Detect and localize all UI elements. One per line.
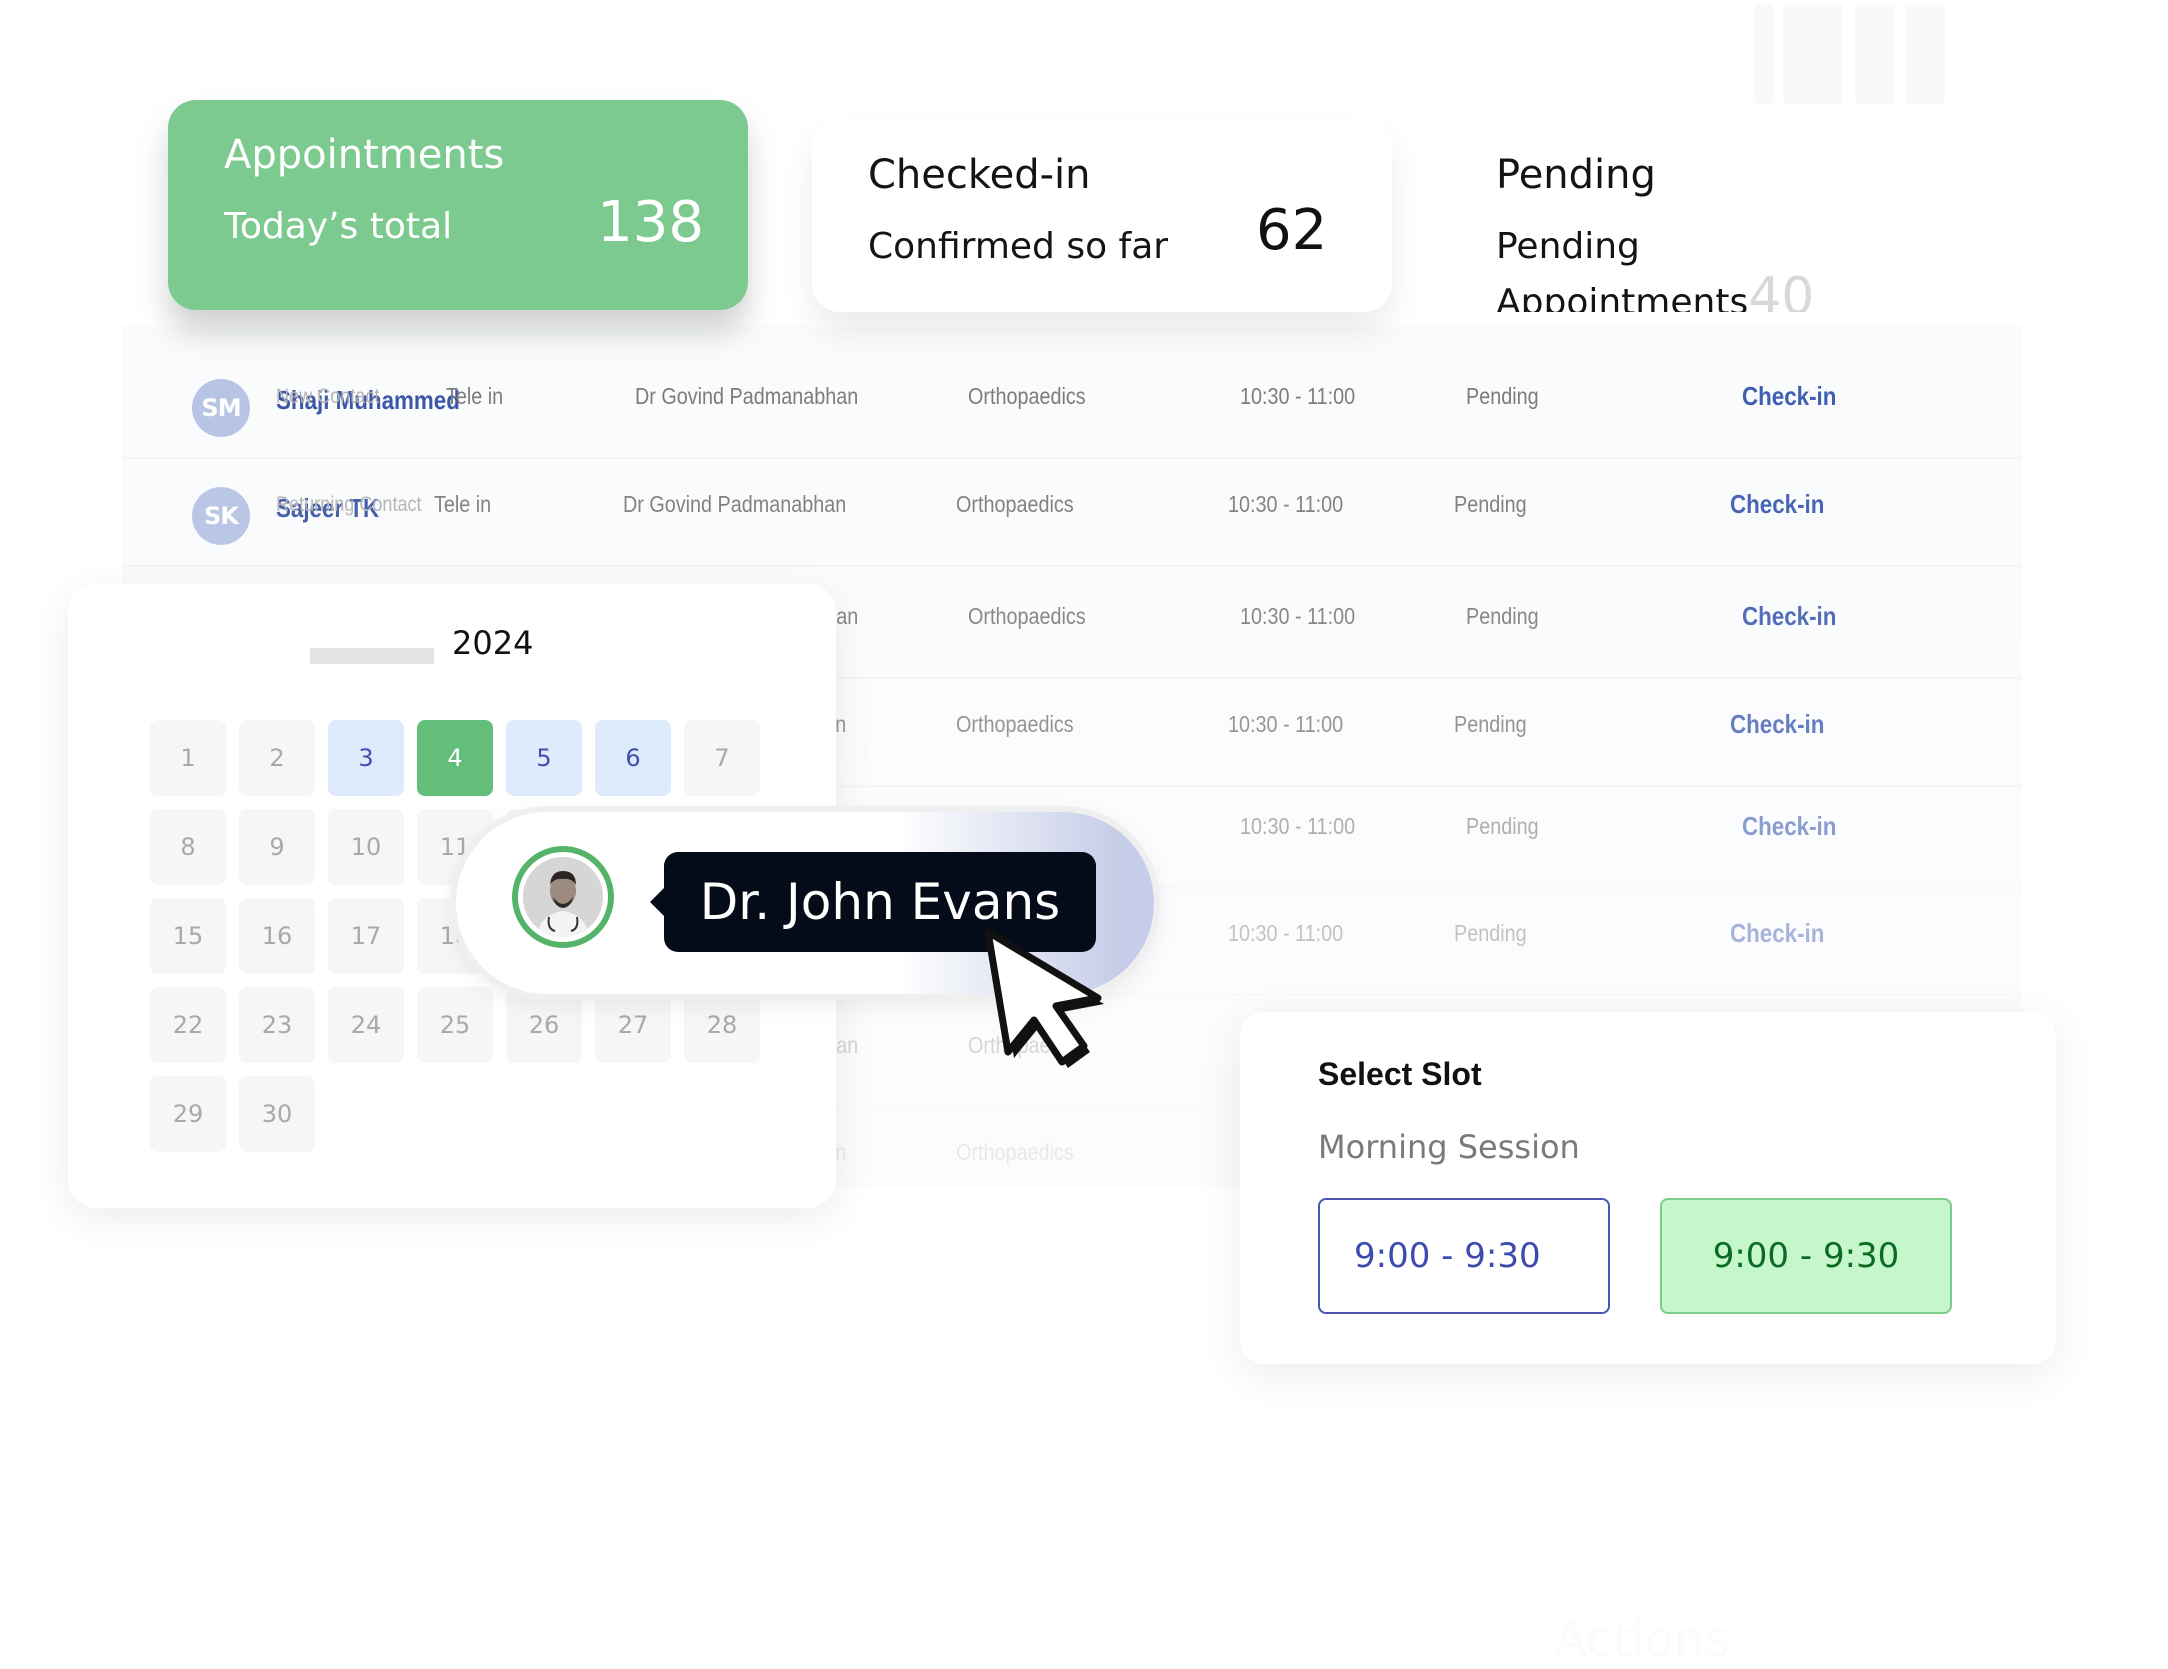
session-label: Morning Session bbox=[1318, 1128, 1580, 1166]
pending-subtitle: Pending Appointments40 bbox=[1496, 226, 1960, 327]
cell-status: Pending bbox=[1454, 491, 1527, 517]
checked-in-count: 62 bbox=[1256, 198, 1328, 263]
doctor-name: Dr. John Evans bbox=[699, 873, 1061, 931]
checked-in-subtitle: Confirmed so far bbox=[868, 226, 1169, 267]
cell-time: 10:30 - 11:00 bbox=[1228, 711, 1344, 737]
checked-in-stat-card[interactable]: Checked-in Confirmed so far 62 bbox=[812, 118, 1392, 312]
calendar-day[interactable]: 22 bbox=[150, 987, 226, 1063]
calendar-day[interactable]: 1 bbox=[150, 720, 226, 796]
pending-subtitle-text: Pending Appointments bbox=[1496, 226, 1749, 323]
cell-department: Orthopaedics bbox=[968, 603, 1086, 629]
row-divider bbox=[122, 565, 2022, 567]
doctor-photo-icon bbox=[523, 857, 603, 937]
month-placeholder bbox=[310, 648, 434, 664]
cell-doctor: Dr Govind Padmanabhan bbox=[635, 383, 859, 409]
check-in-link[interactable]: Check-in bbox=[1742, 381, 1836, 412]
calendar-day[interactable]: 16 bbox=[239, 898, 315, 974]
cell-status: Pending bbox=[1454, 920, 1527, 946]
cell-department: Orthopaedics bbox=[968, 383, 1086, 409]
cell-time: 10:30 - 11:00 bbox=[1240, 383, 1356, 409]
actions-ghost-label: Actions bbox=[1554, 1612, 1730, 1668]
cell-status: Pending bbox=[1454, 711, 1527, 737]
appointments-count: 138 bbox=[597, 190, 704, 255]
calendar-day[interactable]: 4 bbox=[417, 720, 493, 796]
calendar-day[interactable]: 24 bbox=[328, 987, 404, 1063]
cell-status: Pending bbox=[1466, 813, 1539, 839]
contact-type: Returning Contact bbox=[276, 493, 422, 516]
patient-avatar: SK bbox=[192, 487, 250, 545]
contact-type: New Contact bbox=[276, 385, 380, 408]
calendar-day[interactable]: 23 bbox=[239, 987, 315, 1063]
check-in-link[interactable]: Check-in bbox=[1730, 489, 1824, 520]
table-row[interactable]: SK Sajeer TK Returning Contact Tele in Dr Go… bbox=[160, 487, 2020, 593]
pending-stat-card[interactable]: Pending Pending Appointments40 bbox=[1440, 118, 1960, 327]
row-divider bbox=[122, 457, 2022, 459]
calendar-day[interactable]: 6 bbox=[595, 720, 671, 796]
table-row[interactable]: SM Shaji Muhammed New Contact Tele in Dr Gov… bbox=[160, 379, 2020, 485]
calendar-day[interactable]: 9 bbox=[239, 809, 315, 885]
check-in-link[interactable]: Check-in bbox=[1742, 811, 1836, 842]
calendar-day[interactable]: 29 bbox=[150, 1076, 226, 1152]
cell-time: 10:30 - 11:00 bbox=[1228, 920, 1344, 946]
cell-time: 10:30 - 11:00 bbox=[1240, 813, 1356, 839]
cell-status: Pending bbox=[1466, 603, 1539, 629]
patient-avatar: SM bbox=[192, 379, 250, 437]
cell-department: Orthopaedics bbox=[956, 491, 1074, 517]
calendar-day[interactable]: 10 bbox=[328, 809, 404, 885]
cell-time: 10:30 - 11:00 bbox=[1228, 491, 1344, 517]
calendar-day[interactable]: 25 bbox=[417, 987, 493, 1063]
slot-panel-title: Select Slot bbox=[1318, 1056, 1482, 1092]
pending-count: 40 bbox=[1748, 267, 1815, 327]
calendar-day[interactable]: 30 bbox=[239, 1076, 315, 1152]
select-slot-panel: Select Slot Morning Session 9:00 - 9:30 … bbox=[1240, 1012, 2056, 1364]
calendar-day[interactable]: 2 bbox=[239, 720, 315, 796]
cell-mode: Tele in bbox=[446, 383, 504, 409]
cell-department: Orthopaedics bbox=[956, 1139, 1074, 1165]
pending-title: Pending bbox=[1496, 152, 1656, 198]
slot-button-selected[interactable]: 9:00 - 9:30 bbox=[1660, 1198, 1952, 1314]
check-in-link[interactable]: Check-in bbox=[1730, 918, 1824, 949]
cell-time: 10:30 - 11:00 bbox=[1240, 603, 1356, 629]
checked-in-title: Checked-in bbox=[868, 152, 1091, 198]
slot-button-available[interactable]: 9:00 - 9:30 bbox=[1318, 1198, 1610, 1314]
calendar-year: 2024 bbox=[452, 624, 534, 662]
cell-mode: Tele in bbox=[434, 491, 492, 517]
calendar-day[interactable]: 17 bbox=[328, 898, 404, 974]
calendar-day[interactable]: 15 bbox=[150, 898, 226, 974]
check-in-link[interactable]: Check-in bbox=[1730, 709, 1824, 740]
calendar-day[interactable]: 8 bbox=[150, 809, 226, 885]
cell-status: Pending bbox=[1466, 383, 1539, 409]
appointments-subtitle: Today’s total bbox=[224, 206, 453, 247]
check-in-link[interactable]: Check-in bbox=[1742, 601, 1836, 632]
appointments-title: Appointments bbox=[224, 132, 505, 178]
appointments-stat-card[interactable]: Appointments Today’s total 138 bbox=[168, 100, 748, 310]
doctor-avatar bbox=[512, 846, 614, 948]
calendar-day[interactable]: 3 bbox=[328, 720, 404, 796]
ghost-bars bbox=[1755, 4, 1945, 104]
cursor-pointer-icon bbox=[984, 928, 1104, 1068]
calendar-day[interactable]: 7 bbox=[684, 720, 760, 796]
cell-doctor: Dr Govind Padmanabhan bbox=[623, 491, 847, 517]
calendar-day[interactable]: 5 bbox=[506, 720, 582, 796]
cell-department: Orthopaedics bbox=[956, 711, 1074, 737]
